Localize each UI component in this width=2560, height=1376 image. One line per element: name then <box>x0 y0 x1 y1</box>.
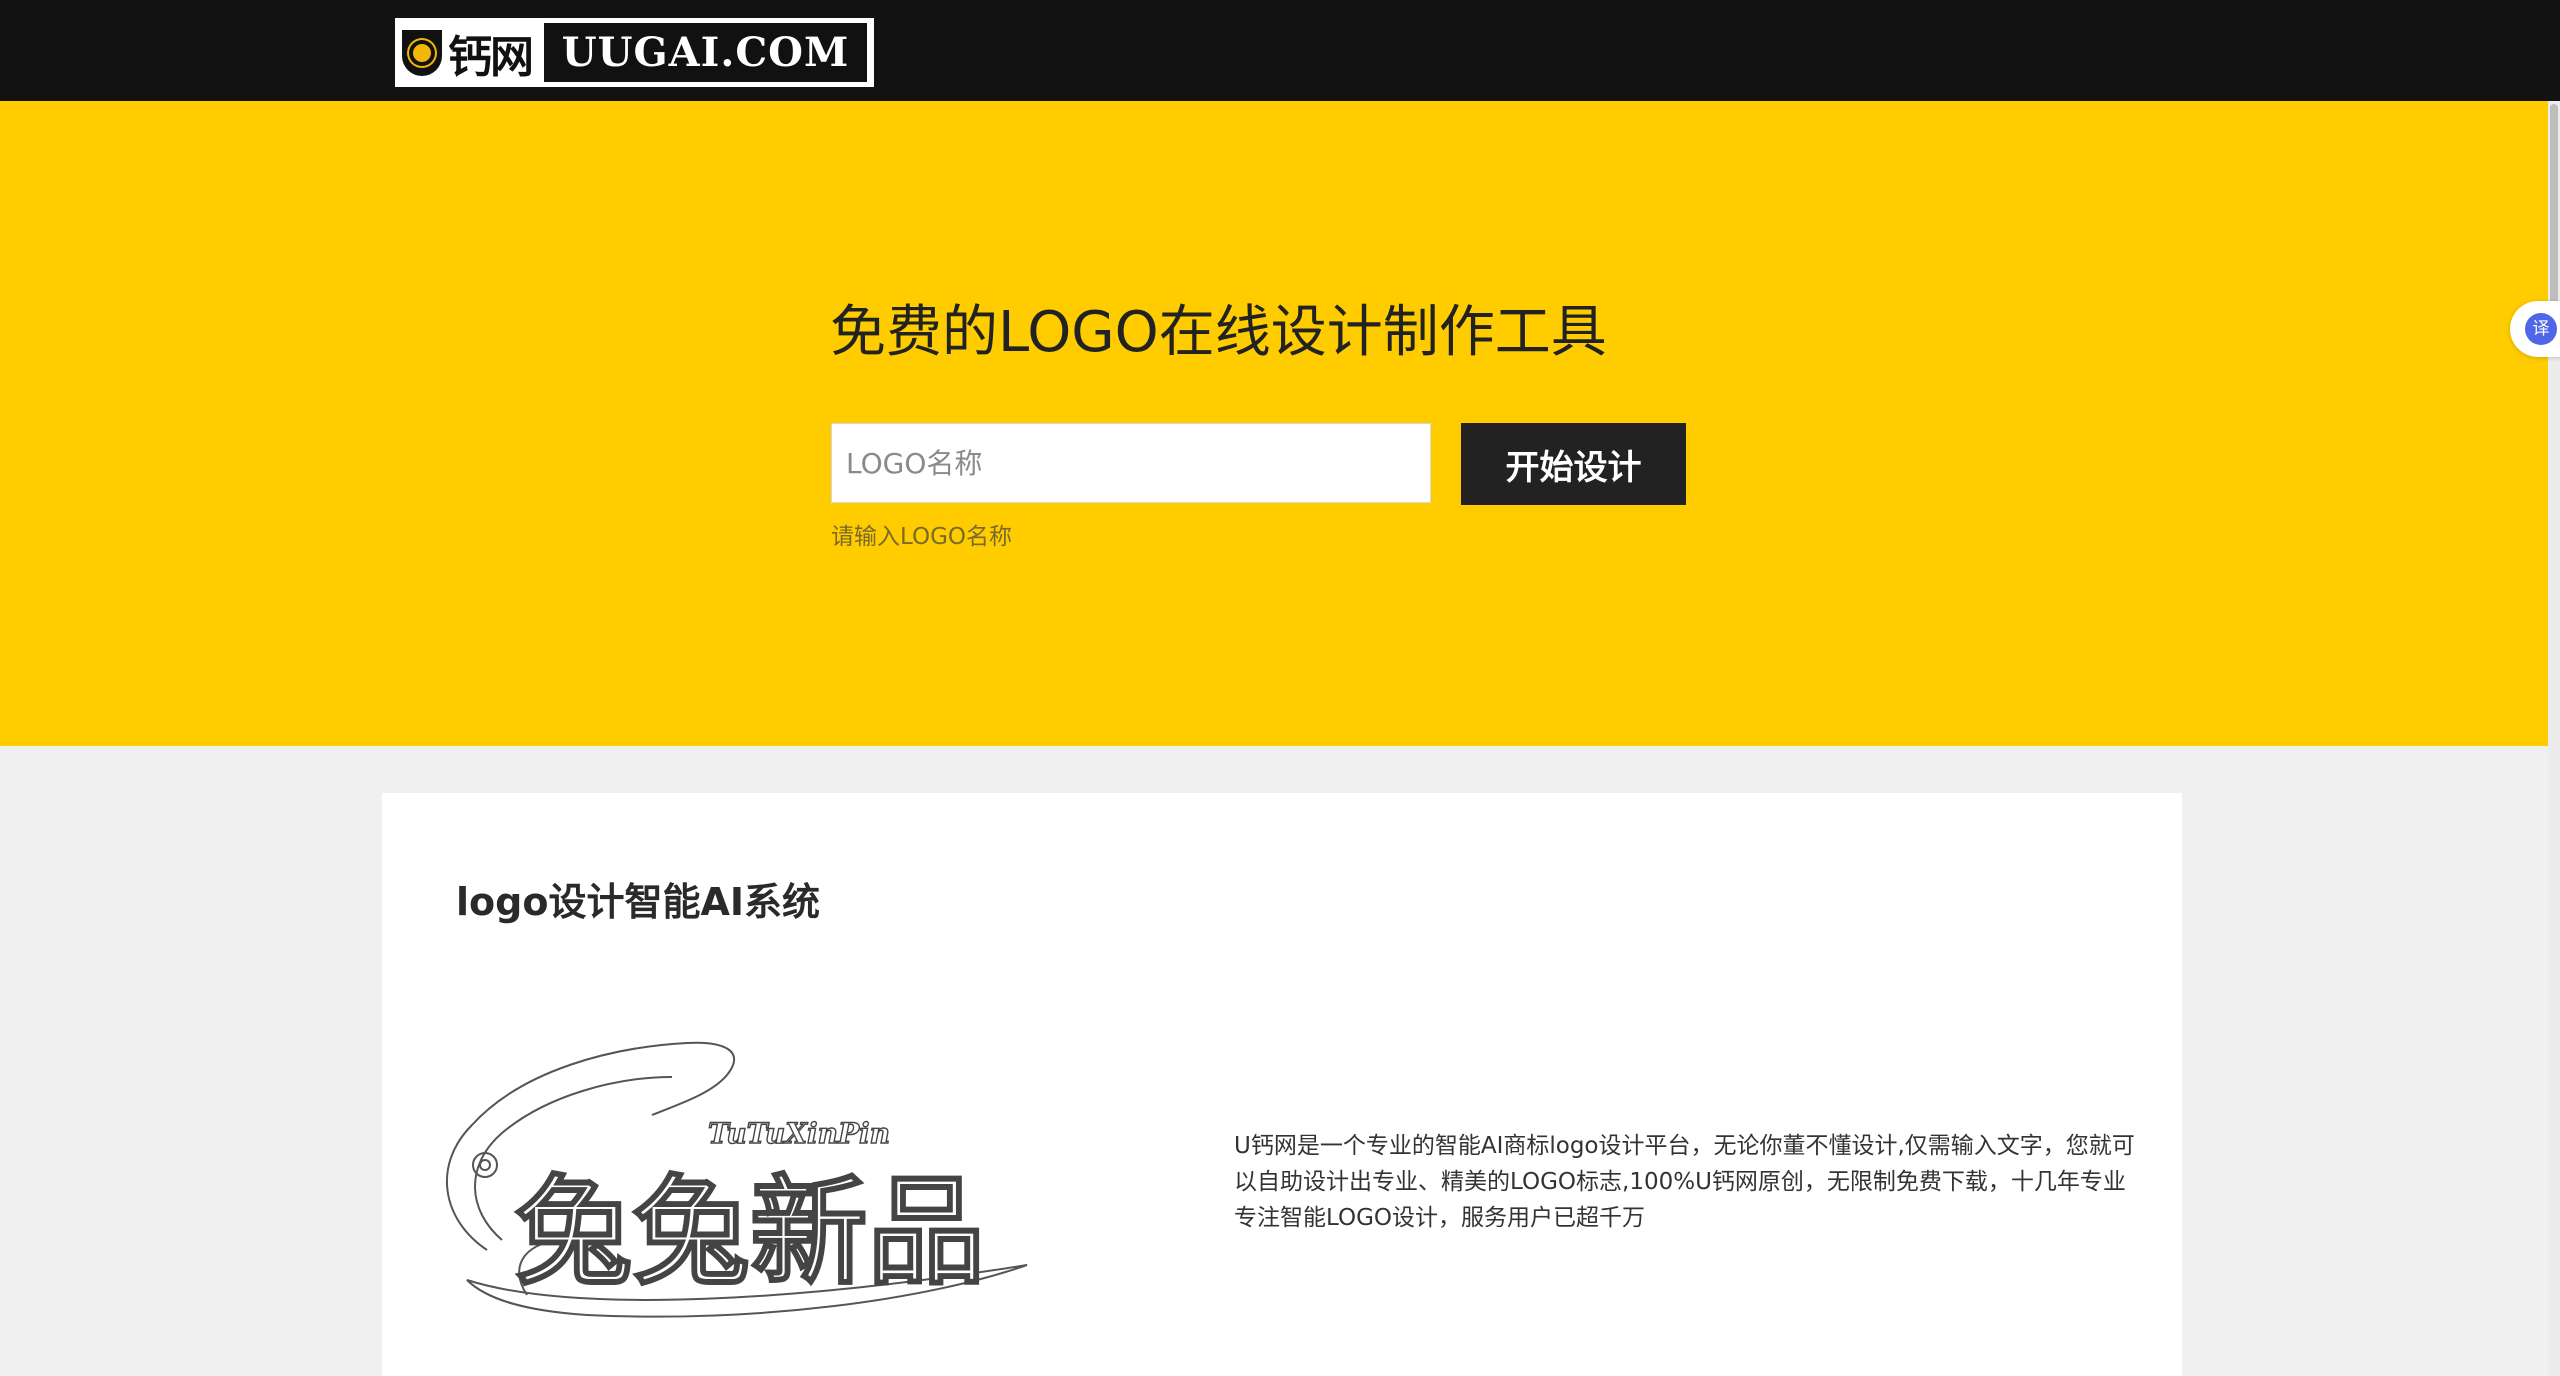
intro-card: logo设计智能AI系统 TuTuXinPin 兔兔新品 U钙网是一个专业的智能… <box>382 793 2182 1376</box>
brand-mark-text: 钙网 <box>448 31 534 83</box>
example-logo-illustration: TuTuXinPin 兔兔新品 <box>446 1041 1028 1318</box>
hero-title: 免费的LOGO在线设计制作工具 <box>830 300 1607 365</box>
brand-mark: 钙网 <box>402 23 534 83</box>
shield-icon <box>402 29 442 76</box>
translate-widget[interactable]: 译 <box>2510 301 2560 357</box>
site-logo[interactable]: 钙网 UUGAI.COM <box>395 18 874 87</box>
hero-section: 免费的LOGO在线设计制作工具 开始设计 请输入LOGO名称 <box>0 101 2560 746</box>
example-logo-pinyin: TuTuXinPin <box>708 1117 890 1150</box>
logo-name-input[interactable] <box>831 423 1431 503</box>
top-navigation-bar: 钙网 UUGAI.COM <box>0 0 2560 101</box>
example-logo-chinese: 兔兔新品 <box>515 1163 985 1301</box>
translate-icon: 译 <box>2525 313 2557 345</box>
brand-domain: UUGAI.COM <box>544 23 867 82</box>
section-title: logo设计智能AI系统 <box>456 880 820 924</box>
section-description: U钙网是一个专业的智能AI商标logo设计平台，无论你董不懂设计,仅需输入文字，… <box>1234 1133 2135 1231</box>
start-design-button[interactable]: 开始设计 <box>1461 423 1686 505</box>
input-hint: 请输入LOGO名称 <box>831 524 1013 550</box>
